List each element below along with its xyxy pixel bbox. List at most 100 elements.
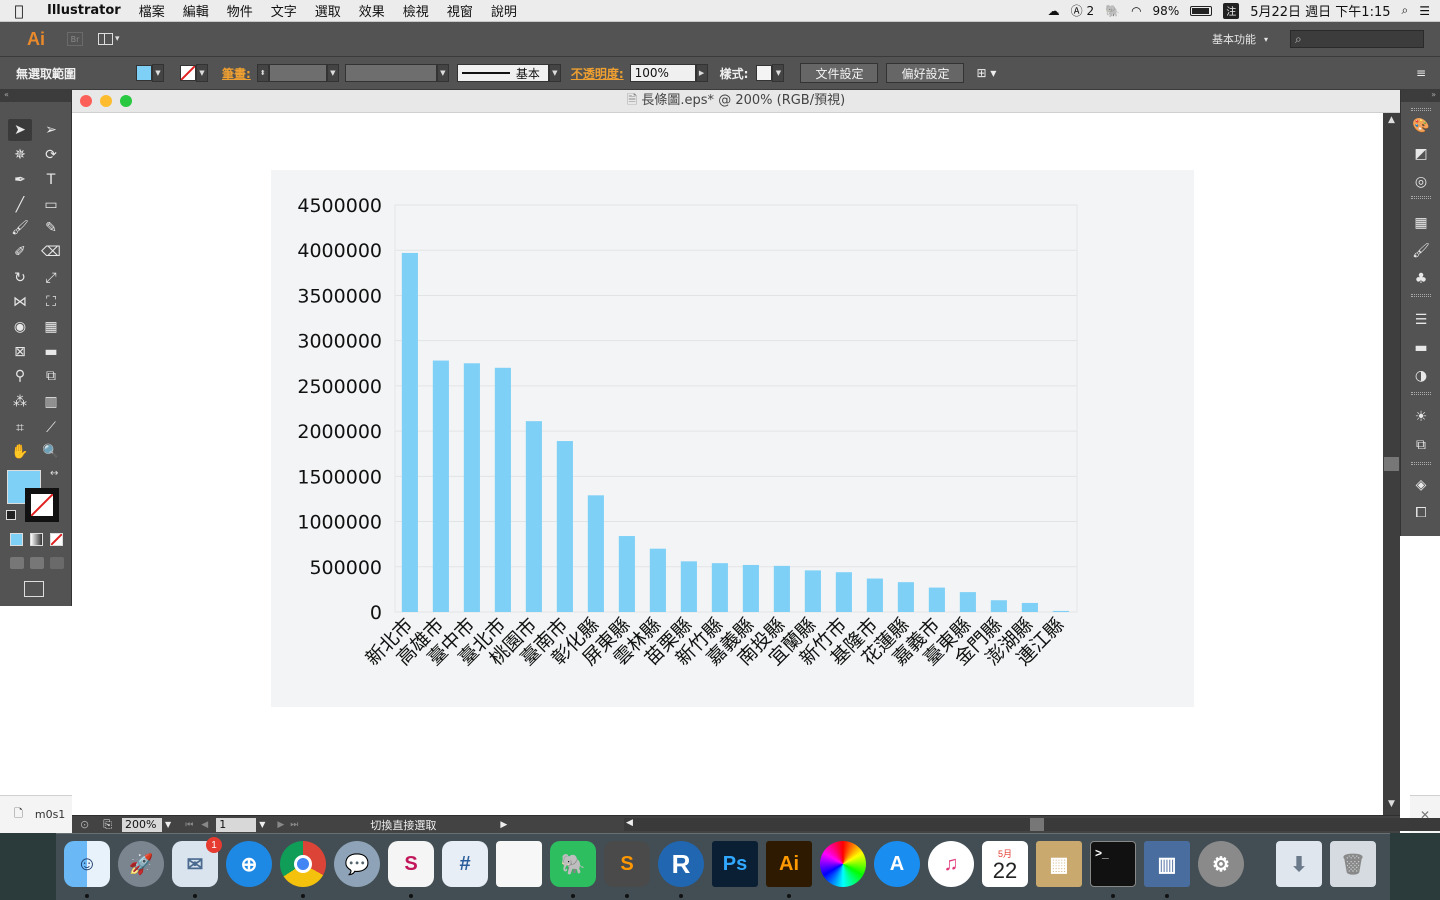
books-stack-icon[interactable]: ▥ [1144,841,1190,887]
rectangle-tool-icon[interactable]: ▭ [39,194,63,216]
shape-builder-tool-icon[interactable]: ◉ [8,316,32,338]
share-icon[interactable]: ⎘ [103,818,112,832]
gradient-tool-icon[interactable]: ▬ [39,341,63,363]
trash-icon[interactable]: 🗑 [1330,841,1376,887]
stroke-weight-dropdown[interactable]: ▼ [326,64,339,82]
scroll-up-icon[interactable]: ▲ [1383,115,1400,125]
eyedropper-tool-icon[interactable]: ⚲ [8,365,32,387]
zoom-field[interactable]: 200% [122,817,163,832]
workspace-switcher[interactable]: 基本功能 ▾ [1212,31,1268,47]
width-tool-icon[interactable]: ⋈ [8,291,32,313]
bar-chart[interactable]: 0 500000 1000000 1500000 2000000 2500000 30000… [271,170,1194,707]
transparency-panel-icon[interactable]: ◑ [1409,365,1433,387]
eraser-tool-icon[interactable]: ⌫ [39,241,63,263]
lasso-tool-icon[interactable]: ⟳ [39,144,63,166]
brushes-panel-icon[interactable]: 🖌 [1409,240,1433,262]
gradient-panel-icon[interactable]: ▬ [1409,337,1433,359]
stroke-dropdown[interactable]: ▼ [196,64,208,82]
launchpad-icon[interactable]: 🚀 [118,841,164,887]
r-app-icon[interactable]: R [658,841,704,887]
last-artboard-icon[interactable]: ⏭ [290,820,298,830]
app-store-icon[interactable]: A [874,841,920,887]
scroll-down-icon[interactable]: ▼ [1383,799,1400,809]
graphic-style-swatch[interactable] [756,65,773,81]
scroll-left-icon[interactable]: ◀ [626,818,633,828]
arrange-documents-button[interactable]: ▾ [98,31,124,47]
chrome-icon[interactable] [280,841,326,887]
paintbrush-tool-icon[interactable]: 🖌 [8,217,32,239]
gradient-mode-button[interactable] [30,533,43,546]
panel-grip[interactable] [1411,392,1431,395]
panel-grip[interactable] [1411,462,1431,465]
slack-icon[interactable]: S [388,841,434,887]
align-options-icon[interactable]: ⊞ ▾ [976,66,996,80]
horizontal-scroll-thumb[interactable] [1030,818,1044,831]
horizontal-scrollbar[interactable]: ◀ ▶ [624,818,1440,831]
variable-width-field[interactable] [344,64,437,82]
next-artboard-icon[interactable]: ▶ [277,820,284,830]
calendar-icon[interactable]: 5月 22 [982,841,1028,887]
recolor-panel-icon[interactable]: ◎ [1409,171,1433,193]
fill-dropdown[interactable]: ▼ [152,64,164,82]
stroke-label[interactable]: 筆畫: [222,65,251,82]
color-mode-button[interactable] [10,533,23,546]
artboard-canvas[interactable]: 0 500000 1000000 1500000 2000000 2500000 30000… [72,113,1383,815]
calculator-icon[interactable]: ▦ [1036,841,1082,887]
bridge-button[interactable]: Br [67,32,83,46]
collapse-panel-icon[interactable]: « [0,90,71,102]
zoom-window-button[interactable] [120,95,132,107]
document-setup-button[interactable]: 文件設定 [800,63,879,83]
screen-mode-icon[interactable] [24,581,44,597]
brush-definition-field[interactable]: 基本 [456,64,549,82]
apple-icon[interactable]:  [0,2,38,20]
itunes-icon[interactable]: ♫ [928,841,974,887]
expand-panels-icon[interactable]: » [1401,90,1440,102]
menu-app-name[interactable]: Illustrator [38,3,130,18]
hashtag-app-icon[interactable]: # [442,841,488,887]
layers-panel-icon[interactable]: ◈ [1409,474,1433,496]
panel-grip[interactable] [1411,294,1431,297]
mail-icon[interactable]: ✉ 1 [172,837,222,887]
menu-help[interactable]: 說明 [482,1,526,20]
vertical-scroll-thumb[interactable] [1384,457,1399,471]
symbols-panel-icon[interactable]: ♣ [1409,268,1433,290]
zoom-dropdown[interactable]: ▼ [165,820,171,829]
menu-select[interactable]: 選取 [306,1,350,20]
artboard-number-field[interactable]: 1 [216,817,257,832]
evernote-icon[interactable]: 🐘 [1105,4,1120,18]
panel-menu-icon[interactable]: ≡ [1416,66,1426,80]
line-tool-icon[interactable]: ╱ [8,194,32,216]
direct-selection-tool-icon[interactable]: ➢ [39,119,63,141]
graphic-styles-panel-icon[interactable]: ⧉ [1409,434,1433,456]
wifi-icon[interactable]: ◠ [1131,4,1141,18]
default-colors-icon[interactable] [6,510,16,520]
slice-tool-icon[interactable]: ⟋ [39,417,63,439]
opacity-arrow[interactable]: ▶ [695,64,708,82]
vertical-scrollbar[interactable]: ▲ ▼ [1383,113,1400,815]
rotate-tool-icon[interactable]: ↻ [8,267,32,289]
first-artboard-icon[interactable]: ⏮ [185,820,193,830]
stroke-weight-stepper[interactable]: ⬍ [256,64,269,82]
menu-file[interactable]: 檔案 [130,1,174,20]
finder-icon[interactable]: ☺ [64,841,110,887]
blend-tool-icon[interactable]: ⧉ [39,365,63,387]
none-mode-button[interactable] [50,533,63,546]
column-graph-tool-icon[interactable]: ▥ [39,391,63,413]
status-menu-arrow[interactable]: ▶ [500,820,507,830]
pencil-tool-icon[interactable]: ✎ [39,217,63,239]
adobe-status[interactable]: Ⓐ 2 [1071,2,1094,19]
pen-tool-icon[interactable]: ✒ [8,169,32,191]
opacity-field[interactable]: 100% [629,64,696,82]
color-picker-icon[interactable] [820,841,866,887]
appearance-panel-icon[interactable]: ☀ [1409,406,1433,428]
graphic-style-dropdown[interactable]: ▼ [772,64,785,82]
clock[interactable]: 5月22日 週日 下午1:15 [1250,1,1390,20]
preferences-button[interactable]: 偏好設定 [886,63,965,83]
color-guide-panel-icon[interactable]: ◩ [1409,143,1433,165]
panel-grip[interactable] [1411,196,1431,199]
terminal-icon[interactable]: >_ [1090,841,1136,887]
variable-width-dropdown[interactable]: ▼ [436,64,449,82]
sublime-text-icon[interactable]: S [604,841,650,887]
document-titlebar[interactable]: 🗎 長條圖.eps* @ 200% (RGB/預視) [72,90,1400,113]
safari-icon[interactable]: ⊕ [226,841,272,887]
